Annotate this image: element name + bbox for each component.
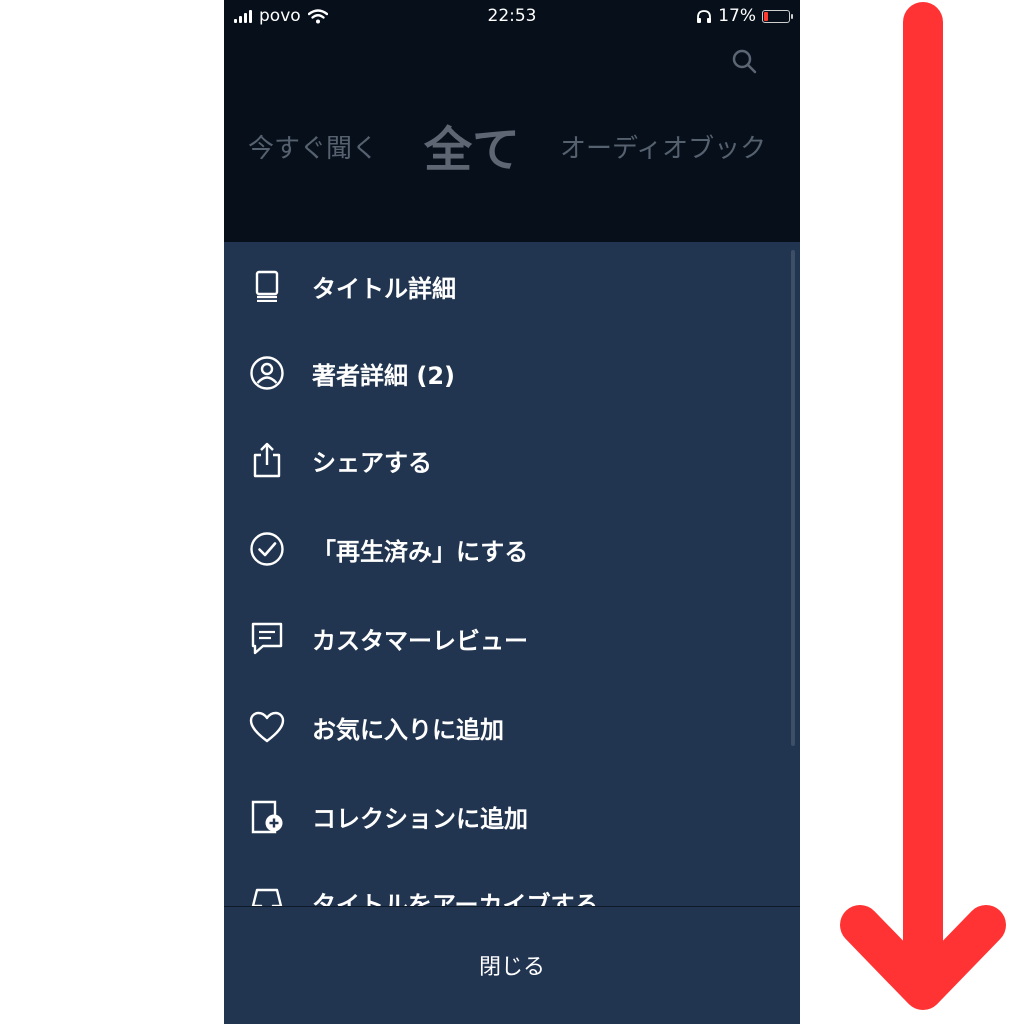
scroll-down-arrow-icon [840, 2, 1006, 1010]
book-icon [248, 267, 286, 305]
search-icon[interactable] [731, 48, 759, 76]
menu-item-label: シェアする [312, 448, 432, 477]
menu-item-share[interactable]: シェアする [224, 430, 794, 490]
menu-item-mark-as-played[interactable]: 「再生済み」にする [224, 519, 794, 579]
phone-screen: povo 22:53 17% 今すぐ聞く 全て オーディオブック タイトル詳細 … [224, 0, 800, 1024]
sheet-footer: 閉じる [224, 906, 800, 1024]
menu-item-label: 著者詳細 (2) [312, 361, 455, 390]
battery-level [764, 11, 768, 21]
menu-item-author-details[interactable]: 著者詳細 (2) [224, 343, 794, 403]
comment-icon [248, 619, 286, 657]
scrollbar[interactable] [791, 250, 795, 746]
menu-item-archive-title[interactable]: タイトルをアーカイブする [224, 872, 794, 906]
menu-item-label: 「再生済み」にする [312, 537, 529, 566]
add-collection-icon [248, 797, 286, 835]
status-bar: povo 22:53 17% [224, 0, 800, 34]
menu-item-title-details[interactable]: タイトル詳細 [224, 256, 794, 316]
action-menu: タイトル詳細 著者詳細 (2) シェアする 「再生済み」にする カスタマーレビュ… [224, 242, 800, 906]
tab-listen-now[interactable]: 今すぐ聞く [248, 128, 378, 165]
menu-item-label: カスタマーレビュー [312, 626, 528, 655]
menu-item-add-to-collection[interactable]: コレクションに追加 [224, 786, 794, 846]
battery-icon [762, 9, 793, 23]
check-circle-icon [248, 530, 286, 568]
category-tabs: 今すぐ聞く 全て オーディオブック [224, 100, 800, 180]
menu-item-label: タイトル詳細 [312, 274, 456, 303]
archive-icon [248, 883, 286, 906]
action-sheet: タイトル詳細 著者詳細 (2) シェアする 「再生済み」にする カスタマーレビュ… [224, 242, 800, 1024]
person-icon [248, 354, 286, 392]
menu-item-add-to-favorites[interactable]: お気に入りに追加 [224, 697, 794, 757]
menu-item-label: コレクションに追加 [312, 804, 528, 833]
menu-item-label: タイトルをアーカイブする [312, 890, 599, 907]
menu-item-label: お気に入りに追加 [312, 715, 504, 744]
share-icon [248, 441, 286, 479]
tab-audiobooks[interactable]: オーディオブック [560, 128, 766, 165]
close-button[interactable]: 閉じる [224, 949, 800, 981]
tab-all[interactable]: 全て [424, 110, 520, 180]
heart-icon [248, 708, 286, 746]
menu-item-customer-reviews[interactable]: カスタマーレビュー [224, 608, 794, 668]
battery-percent: 17% [718, 6, 756, 26]
headphones-icon [697, 9, 712, 23]
